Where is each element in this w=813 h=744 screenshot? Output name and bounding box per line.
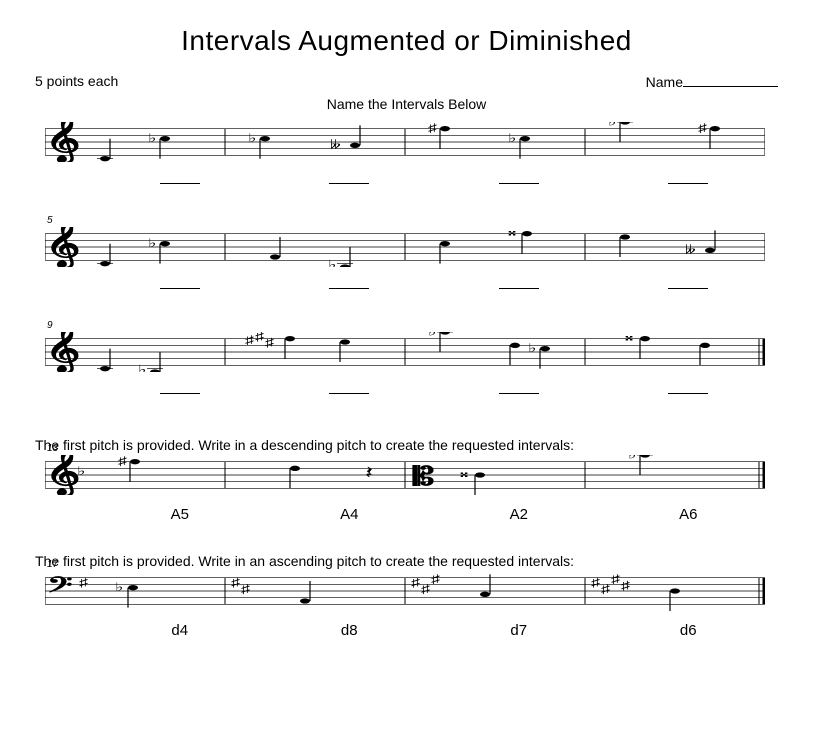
answer-blank[interactable] xyxy=(434,171,604,187)
svg-text:♯: ♯ xyxy=(231,576,240,589)
svg-text:♭: ♭ xyxy=(328,258,336,267)
answer-blank[interactable] xyxy=(95,171,265,187)
answer-blank[interactable] xyxy=(434,381,604,397)
system-3: 9 𝄞 ♭ ♯♯♯ ♭ ♭ 𝄪 xyxy=(35,332,778,397)
answer-blank[interactable] xyxy=(604,171,774,187)
treble-clef-icon: 𝄞 xyxy=(45,122,80,162)
answer-blank[interactable] xyxy=(265,171,435,187)
section-subtitle: Name the Intervals Below xyxy=(35,96,778,112)
answer-blank[interactable] xyxy=(95,381,265,397)
answer-blanks-row-2 xyxy=(95,276,773,292)
measure-number: 9 xyxy=(47,320,53,331)
subheader-row: 5 points each Name xyxy=(35,72,778,90)
interval-label: A6 xyxy=(604,506,774,523)
svg-text:𝄫: 𝄫 xyxy=(685,243,696,256)
interval-label: d7 xyxy=(434,622,604,639)
staff-svg-2: 𝄞 ♭ ♭ 𝄪 𝄫 xyxy=(45,227,765,267)
name-label: Name xyxy=(646,74,683,90)
worksheet-page: Intervals Augmented or Diminished 5 poin… xyxy=(0,0,813,744)
svg-text:♭: ♭ xyxy=(115,581,123,594)
svg-text:♭: ♭ xyxy=(628,455,636,461)
interval-label: A4 xyxy=(265,506,435,523)
interval-label: d4 xyxy=(95,622,265,639)
treble-clef-icon: 𝄞 xyxy=(45,455,80,495)
svg-text:♭: ♭ xyxy=(148,237,156,250)
staff-svg-3: 𝄞 ♭ ♯♯♯ ♭ ♭ 𝄪 xyxy=(45,332,765,372)
ascending-intervals-row: d4 d8 d7 d6 xyxy=(95,622,773,639)
alto-clef-icon: 𝄡 xyxy=(412,462,434,490)
system-5: 17 𝄢 ♯ ♭ ♯♯ ♯♯♯ ♯♯♯♯ xyxy=(35,571,778,639)
answer-blank[interactable] xyxy=(265,381,435,397)
treble-clef-icon: 𝄞 xyxy=(45,227,80,267)
interval-label: A5 xyxy=(95,506,265,523)
svg-text:♯: ♯ xyxy=(621,579,630,592)
answer-blank[interactable] xyxy=(265,276,435,292)
svg-text:𝄪: 𝄪 xyxy=(625,332,633,344)
quarter-rest-icon: 𝄽 xyxy=(365,463,373,483)
svg-text:♯: ♯ xyxy=(698,122,707,135)
svg-text:♯: ♯ xyxy=(241,583,250,596)
staff-svg-5: 𝄢 ♯ ♭ ♯♯ ♯♯♯ ♯♯♯♯ xyxy=(45,571,765,611)
treble-clef-icon: 𝄞 xyxy=(45,332,80,372)
answer-blanks-row-1 xyxy=(95,171,773,187)
svg-text:𝄫: 𝄫 xyxy=(330,138,341,151)
svg-text:♯: ♯ xyxy=(591,576,600,589)
staff-svg-1: 𝄞 ♭ ♭ 𝄫 ♯ ♭ ♭ ♯ xyxy=(45,122,765,162)
svg-text:♭: ♭ xyxy=(248,132,256,145)
answer-blanks-row-3 xyxy=(95,381,773,397)
page-title: Intervals Augmented or Diminished xyxy=(35,25,778,57)
svg-text:♭: ♭ xyxy=(608,122,616,128)
svg-text:♭: ♭ xyxy=(77,465,85,478)
answer-blank[interactable] xyxy=(434,276,604,292)
svg-text:♯: ♯ xyxy=(79,576,88,589)
svg-text:♯: ♯ xyxy=(118,455,127,468)
svg-text:♯: ♯ xyxy=(245,334,254,347)
bass-clef-icon: 𝄢 xyxy=(47,574,73,603)
svg-text:♭: ♭ xyxy=(138,363,146,372)
answer-blank[interactable] xyxy=(604,381,774,397)
answer-blank[interactable] xyxy=(95,276,265,292)
svg-text:♭: ♭ xyxy=(148,132,156,145)
measure-number: 5 xyxy=(47,215,53,226)
svg-text:♭: ♭ xyxy=(528,342,536,355)
svg-text:♯: ♯ xyxy=(265,336,274,349)
staff-svg-4: 𝄞 ♭ ♯ 𝄽 𝄡 𝄪 ♭ xyxy=(45,455,765,495)
svg-text:♯: ♯ xyxy=(421,583,430,596)
svg-text:𝄪: 𝄪 xyxy=(508,227,516,239)
measure-number: 13 xyxy=(47,443,58,454)
svg-text:♯: ♯ xyxy=(611,573,620,586)
measure-number: 17 xyxy=(47,559,58,570)
interval-label: d6 xyxy=(604,622,774,639)
svg-text:♯: ♯ xyxy=(411,576,420,589)
system-1: 𝄞 ♭ ♭ 𝄫 ♯ ♭ ♭ ♯ xyxy=(35,122,778,187)
answer-blank[interactable] xyxy=(604,276,774,292)
interval-label: A2 xyxy=(434,506,604,523)
svg-text:♯: ♯ xyxy=(255,332,264,344)
descending-instruction: The first pitch is provided. Write in a … xyxy=(35,437,778,453)
svg-text:♭: ♭ xyxy=(428,332,436,338)
interval-label: d8 xyxy=(265,622,435,639)
svg-text:♯: ♯ xyxy=(431,573,440,586)
svg-text:𝄪: 𝄪 xyxy=(460,467,468,480)
svg-text:♭: ♭ xyxy=(508,132,516,145)
points-each-label: 5 points each xyxy=(35,73,118,89)
svg-text:♯: ♯ xyxy=(601,583,610,596)
system-2: 5 𝄞 ♭ ♭ 𝄪 𝄫 xyxy=(35,227,778,292)
name-field-wrap: Name xyxy=(646,72,778,90)
ascending-instruction: The first pitch is provided. Write in an… xyxy=(35,553,778,569)
descending-intervals-row: A5 A4 A2 A6 xyxy=(95,506,773,523)
svg-text:♯: ♯ xyxy=(428,122,437,135)
name-blank-line[interactable] xyxy=(683,72,778,87)
system-4: 13 𝄞 ♭ ♯ 𝄽 𝄡 𝄪 ♭ A5 xyxy=(35,455,778,523)
